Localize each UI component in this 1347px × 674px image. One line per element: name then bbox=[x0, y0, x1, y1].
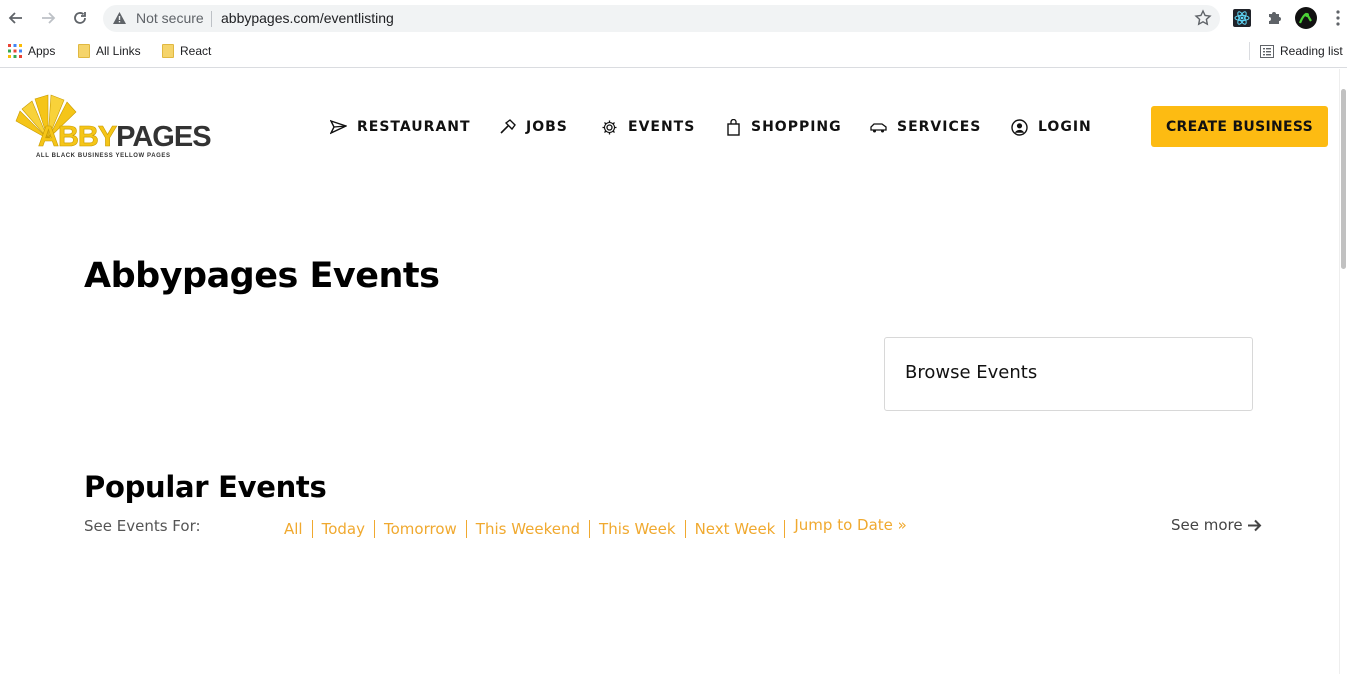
nav-label: EVENTS bbox=[628, 119, 696, 135]
logo-brand-abby: ABBY bbox=[38, 121, 118, 154]
react-devtools-extension[interactable] bbox=[1231, 7, 1253, 29]
more-vertical-icon bbox=[1336, 10, 1340, 26]
nav-label: LOGIN bbox=[1038, 119, 1092, 135]
bookmark-apps[interactable]: Apps bbox=[8, 42, 55, 60]
warning-icon bbox=[113, 12, 126, 24]
site-logo[interactable]: ABBYPAGES ALL BLACK BUSINESS YELLOW PAGE… bbox=[8, 91, 212, 166]
see-events-for-label: See Events For: bbox=[84, 517, 201, 535]
logo-wordmark: ABBYPAGES bbox=[38, 121, 212, 154]
logo-brand-pages: PAGES bbox=[116, 121, 211, 153]
filter-divider bbox=[311, 520, 313, 538]
bookmark-label: Apps bbox=[28, 44, 56, 58]
see-more-link[interactable]: See more bbox=[1171, 516, 1262, 534]
event-date-filters: All Today Tomorrow This Weekend This Wee… bbox=[284, 516, 907, 538]
nav-jobs[interactable]: JOBS bbox=[499, 117, 568, 137]
page-scrollbar[interactable] bbox=[1339, 69, 1347, 674]
create-business-button[interactable]: CREATE BUSINESS bbox=[1151, 106, 1328, 147]
nav-events[interactable]: EVENTS bbox=[601, 117, 695, 137]
arrow-left-icon bbox=[8, 12, 22, 24]
filter-divider bbox=[465, 520, 467, 538]
shopping-bag-icon bbox=[727, 118, 740, 136]
nav-label: RESTAURANT bbox=[357, 119, 471, 135]
filter-divider bbox=[589, 520, 591, 538]
filter-divider bbox=[374, 520, 375, 538]
address-bar[interactable]: Not secure abbypages.com/eventlisting bbox=[103, 5, 1220, 32]
filter-today[interactable]: Today bbox=[322, 520, 365, 538]
nav-login[interactable]: LOGIN bbox=[1011, 117, 1092, 137]
react-icon bbox=[1233, 9, 1251, 27]
filter-divider bbox=[684, 520, 686, 538]
puzzle-icon bbox=[1269, 12, 1281, 24]
bookmarks-bar: Apps All Links React Reading list bbox=[0, 36, 1347, 68]
popular-events-heading: Popular Events bbox=[84, 470, 327, 504]
nav-services[interactable]: SERVICES bbox=[870, 117, 981, 137]
bookmarks-divider bbox=[1249, 42, 1250, 60]
paper-plane-icon bbox=[330, 119, 347, 135]
reading-list-label: Reading list bbox=[1280, 44, 1343, 58]
browser-toolbar: Not secure abbypages.com/eventlisting bbox=[0, 0, 1347, 36]
reload-icon bbox=[74, 12, 86, 24]
profile-avatar[interactable] bbox=[1295, 7, 1317, 29]
nav-label: JOBS bbox=[526, 119, 568, 135]
filter-all[interactable]: All bbox=[284, 520, 303, 538]
bookmark-label: React bbox=[180, 44, 212, 58]
bookmark-all-links[interactable]: All Links bbox=[78, 42, 141, 60]
avatar-icon bbox=[1295, 7, 1317, 29]
logo-tagline: ALL BLACK BUSINESS YELLOW PAGES bbox=[36, 153, 171, 159]
bookmark-label: All Links bbox=[96, 44, 141, 58]
nav-shopping[interactable]: SHOPPING bbox=[726, 117, 842, 137]
star-icon[interactable] bbox=[1194, 9, 1212, 27]
extensions-button[interactable] bbox=[1263, 7, 1285, 29]
filter-divider bbox=[784, 520, 786, 538]
user-circle-icon bbox=[1011, 118, 1028, 136]
hammer-icon bbox=[500, 119, 516, 134]
apps-grid-icon bbox=[8, 44, 22, 58]
see-more-label: See more bbox=[1171, 516, 1243, 534]
folder-icon bbox=[78, 44, 90, 58]
filter-next-week[interactable]: Next Week bbox=[695, 520, 776, 538]
nav-label: SHOPPING bbox=[751, 119, 842, 135]
nav-label: SERVICES bbox=[897, 119, 982, 135]
reading-list-button[interactable]: Reading list bbox=[1260, 42, 1343, 60]
arrow-right-icon bbox=[1247, 519, 1262, 531]
web-page: ABBYPAGES ALL BLACK BUSINESS YELLOW PAGE… bbox=[0, 69, 1347, 674]
filter-this-week[interactable]: This Week bbox=[599, 520, 676, 538]
page-title: Abbypages Events bbox=[84, 256, 440, 296]
nav-restaurant[interactable]: RESTAURANT bbox=[330, 117, 471, 137]
bookmark-react[interactable]: React bbox=[162, 42, 211, 60]
browse-events-panel[interactable]: Browse Events bbox=[884, 337, 1253, 411]
address-divider bbox=[211, 11, 212, 27]
reload-button[interactable] bbox=[68, 6, 92, 30]
filter-this-weekend[interactable]: This Weekend bbox=[476, 520, 580, 538]
jump-to-date-link[interactable]: Jump to Date » bbox=[794, 516, 906, 534]
reading-list-icon bbox=[1260, 44, 1274, 58]
scrollbar-thumb[interactable] bbox=[1341, 89, 1346, 269]
back-button[interactable] bbox=[4, 6, 28, 30]
folder-icon bbox=[162, 44, 174, 58]
gear-icon bbox=[602, 120, 617, 134]
forward-button[interactable] bbox=[36, 6, 60, 30]
filter-tomorrow[interactable]: Tomorrow bbox=[384, 520, 457, 538]
browse-events-label: Browse Events bbox=[905, 362, 1038, 383]
car-icon bbox=[870, 123, 887, 133]
url-text[interactable]: abbypages.com/eventlisting bbox=[221, 10, 394, 26]
browser-menu-button[interactable] bbox=[1327, 7, 1347, 29]
security-label[interactable]: Not secure bbox=[136, 10, 204, 26]
arrow-right-icon bbox=[42, 12, 56, 24]
